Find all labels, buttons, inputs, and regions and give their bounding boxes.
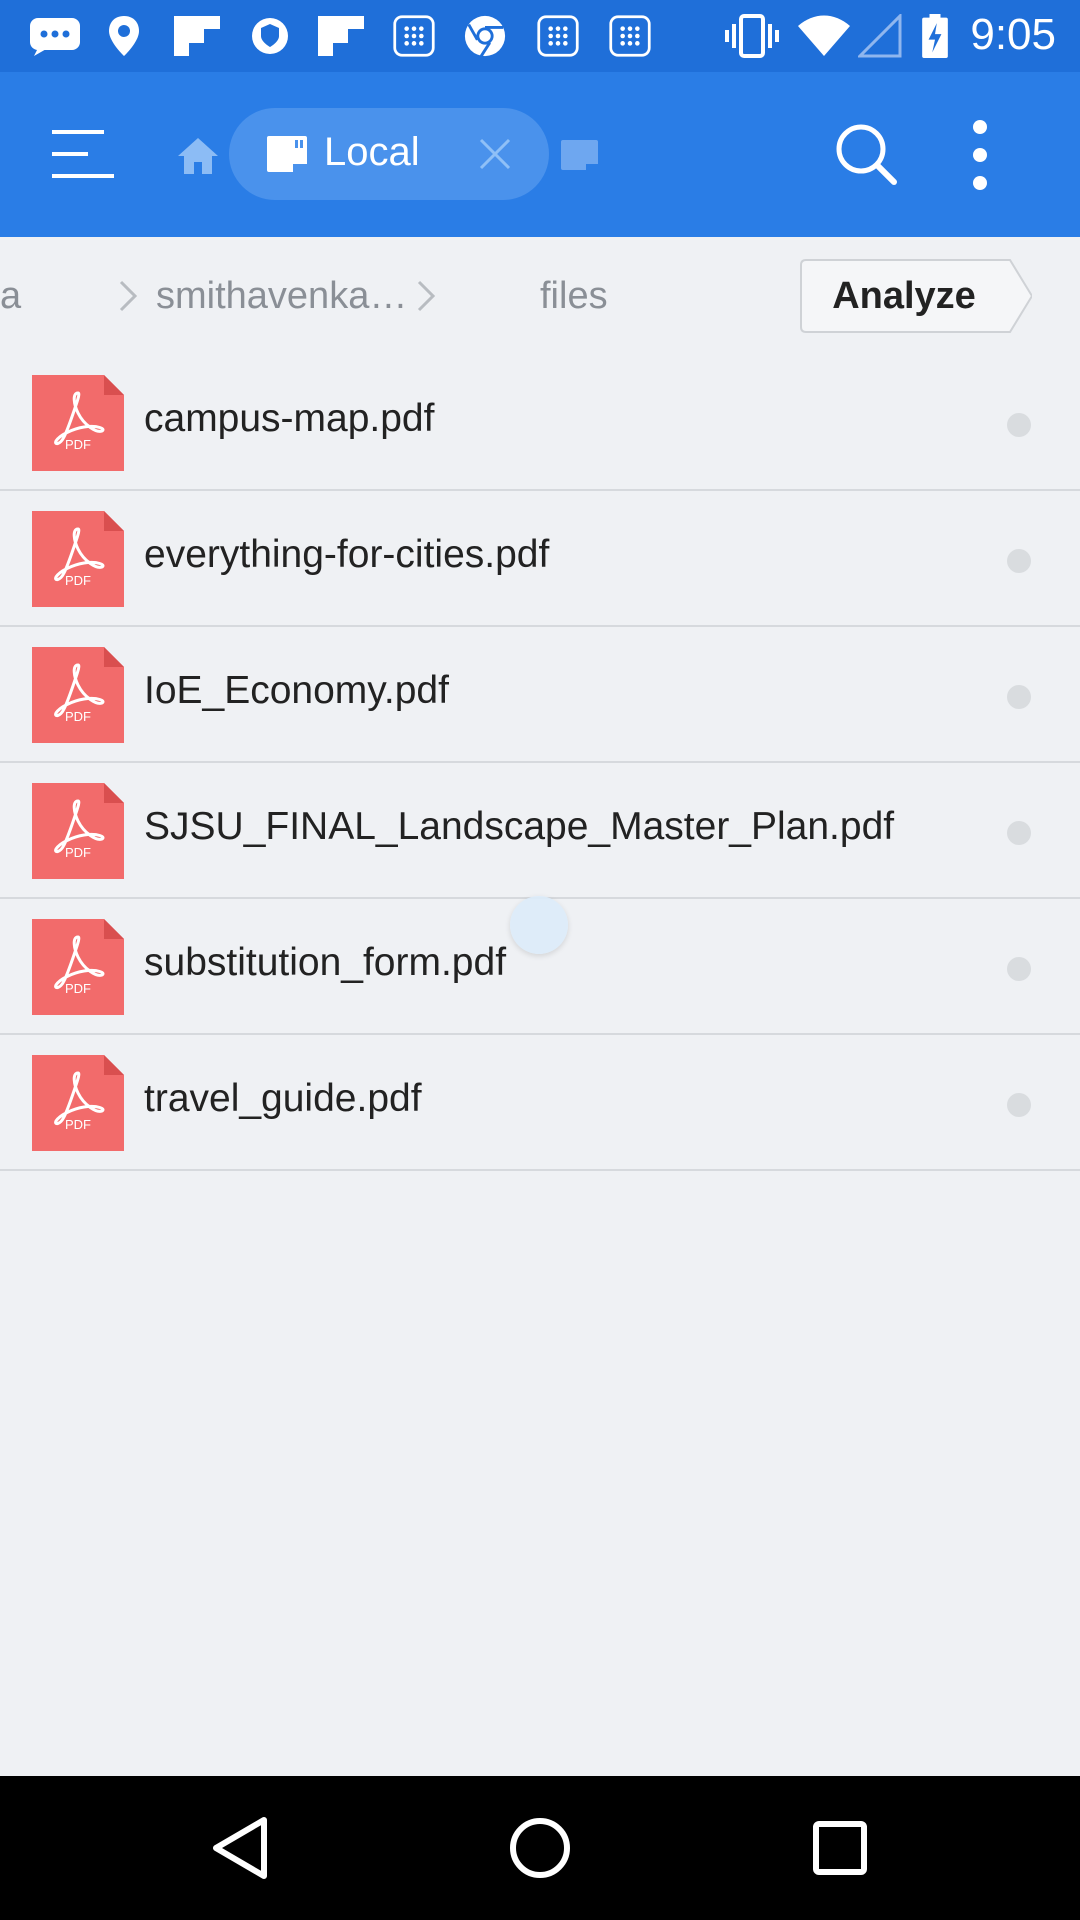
pdf-file-icon: PDF bbox=[32, 919, 124, 1015]
signal-icon bbox=[858, 14, 902, 58]
flipboard-icon bbox=[174, 16, 220, 56]
status-bar: 9:05 bbox=[0, 0, 1080, 72]
file-name: substitution_form.pdf bbox=[144, 941, 507, 984]
file-name: IoE_Economy.pdf bbox=[144, 669, 449, 712]
home-icon[interactable] bbox=[176, 134, 220, 178]
messages-icon bbox=[30, 18, 80, 56]
select-dot[interactable] bbox=[1007, 1093, 1031, 1117]
pdf-icon-label: PDF bbox=[65, 573, 91, 588]
close-icon[interactable] bbox=[477, 136, 513, 172]
tab-local[interactable]: Local bbox=[229, 108, 549, 200]
pdf-icon-label: PDF bbox=[65, 845, 91, 860]
breadcrumb: a smithavenka… files Analyze bbox=[0, 237, 1080, 355]
analyze-label: Analyze bbox=[832, 275, 976, 317]
app-bar: Local bbox=[0, 72, 1080, 237]
file-name: travel_guide.pdf bbox=[144, 1077, 422, 1120]
touch-ripple bbox=[510, 896, 568, 954]
file-list: PDF campus-map.pdf PDF everything-for-citie… bbox=[0, 355, 1080, 1171]
file-name: everything-for-cities.pdf bbox=[144, 533, 550, 576]
pdf-file-icon: PDF bbox=[32, 783, 124, 879]
analyze-button[interactable]: Analyze bbox=[800, 259, 1032, 333]
battery-charging-icon bbox=[922, 14, 948, 58]
breadcrumb-item[interactable]: smithavenka… bbox=[156, 275, 407, 318]
tab-label: Local bbox=[324, 130, 420, 174]
chrome-icon bbox=[464, 15, 506, 57]
breadcrumb-item[interactable]: files bbox=[540, 275, 608, 318]
file-row[interactable]: PDF SJSU_FINAL_Landscape_Master_Plan.pdf bbox=[0, 763, 1080, 899]
select-dot[interactable] bbox=[1007, 821, 1031, 845]
select-dot[interactable] bbox=[1007, 685, 1031, 709]
calculator-icon bbox=[393, 15, 435, 57]
search-icon[interactable] bbox=[834, 122, 898, 186]
pdf-icon-label: PDF bbox=[65, 437, 91, 452]
vibrate-icon bbox=[725, 14, 779, 58]
location-icon bbox=[109, 16, 139, 56]
menu-icon[interactable] bbox=[52, 124, 114, 184]
pdf-file-icon: PDF bbox=[32, 375, 124, 471]
status-time: 9:05 bbox=[970, 10, 1056, 59]
calculator-icon bbox=[537, 15, 579, 57]
shield-icon bbox=[252, 18, 288, 54]
select-dot[interactable] bbox=[1007, 413, 1031, 437]
select-dot[interactable] bbox=[1007, 549, 1031, 573]
calculator-icon bbox=[609, 15, 651, 57]
file-row[interactable]: PDF campus-map.pdf bbox=[0, 355, 1080, 491]
pdf-icon-label: PDF bbox=[65, 981, 91, 996]
chevron-right-icon bbox=[417, 280, 436, 312]
pdf-icon-label: PDF bbox=[65, 1117, 91, 1132]
breadcrumb-item[interactable]: a bbox=[0, 275, 21, 318]
storage-icon bbox=[267, 136, 307, 172]
pdf-file-icon: PDF bbox=[32, 1055, 124, 1151]
navigation-bar bbox=[0, 1776, 1080, 1920]
file-row[interactable]: PDF travel_guide.pdf bbox=[0, 1035, 1080, 1171]
file-row[interactable]: PDF everything-for-cities.pdf bbox=[0, 491, 1080, 627]
recents-icon[interactable] bbox=[804, 1812, 876, 1884]
more-vert-icon[interactable] bbox=[965, 118, 995, 192]
pdf-icon-label: PDF bbox=[65, 709, 91, 724]
wifi-icon bbox=[798, 15, 850, 56]
file-name: SJSU_FINAL_Landscape_Master_Plan.pdf bbox=[144, 805, 895, 848]
pdf-file-icon: PDF bbox=[32, 511, 124, 607]
file-row[interactable]: PDF IoE_Economy.pdf bbox=[0, 627, 1080, 763]
file-name: campus-map.pdf bbox=[144, 397, 435, 440]
home-circle-icon[interactable] bbox=[504, 1812, 576, 1884]
select-dot[interactable] bbox=[1007, 957, 1031, 981]
storage-icon[interactable] bbox=[560, 138, 600, 172]
flipboard-icon bbox=[318, 16, 364, 56]
chevron-right-icon bbox=[119, 280, 138, 312]
pdf-file-icon: PDF bbox=[32, 647, 124, 743]
back-icon[interactable] bbox=[204, 1812, 276, 1884]
